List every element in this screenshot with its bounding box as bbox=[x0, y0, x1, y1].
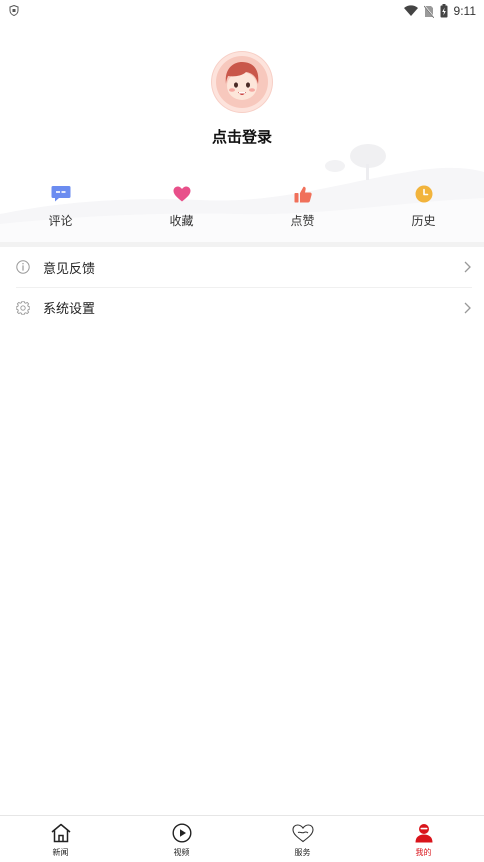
action-label: 收藏 bbox=[169, 214, 194, 228]
status-time: 9:11 bbox=[453, 4, 476, 18]
play-icon bbox=[171, 823, 192, 843]
quick-actions: 评论 收藏 点赞 历史 bbox=[0, 184, 484, 236]
tab-video[interactable]: 视频 bbox=[121, 816, 242, 862]
no-sim-icon bbox=[423, 4, 434, 18]
tab-mine[interactable]: 我的 bbox=[363, 816, 484, 862]
battery-charging-icon bbox=[440, 4, 448, 18]
tab-label: 我的 bbox=[415, 848, 432, 857]
action-label: 历史 bbox=[411, 214, 436, 228]
menu-item-label: 系统设置 bbox=[43, 302, 96, 317]
action-favorites[interactable]: 收藏 bbox=[121, 184, 242, 236]
gear-icon bbox=[16, 300, 30, 315]
clock-icon bbox=[415, 185, 432, 203]
menu-item-feedback[interactable]: 意见反馈 bbox=[16, 247, 472, 287]
chevron-right-icon bbox=[464, 261, 471, 273]
wifi-icon bbox=[403, 5, 418, 16]
tab-label: 服务 bbox=[294, 848, 311, 857]
tab-services[interactable]: 服务 bbox=[242, 816, 363, 862]
avatar[interactable] bbox=[212, 52, 272, 112]
shield-icon bbox=[9, 5, 19, 16]
menu-item-label: 意见反馈 bbox=[43, 261, 96, 277]
comment-icon bbox=[51, 186, 70, 202]
status-bar: 9:11 bbox=[0, 0, 484, 22]
profile-page: 9:11 点击登录 评论 收藏 点赞 历史 意见反馈 系统设置 新闻 视频 服务… bbox=[0, 0, 484, 862]
tab-label: 视频 bbox=[173, 848, 190, 857]
action-history[interactable]: 历史 bbox=[363, 184, 484, 236]
tab-label: 新闻 bbox=[52, 848, 69, 857]
bottom-tab-bar: 新闻 视频 服务 我的 bbox=[0, 815, 484, 862]
chevron-right-icon bbox=[464, 302, 471, 313]
menu-item-settings[interactable]: 系统设置 bbox=[16, 287, 472, 327]
action-label: 点赞 bbox=[290, 214, 315, 228]
tab-news[interactable]: 新闻 bbox=[0, 816, 121, 862]
avatar-icon bbox=[216, 56, 268, 108]
settings-menu: 意见反馈 系统设置 bbox=[0, 247, 484, 327]
action-likes[interactable]: 点赞 bbox=[242, 184, 363, 236]
info-icon bbox=[16, 260, 30, 274]
login-link[interactable]: 点击登录 bbox=[0, 126, 484, 147]
user-icon bbox=[415, 824, 432, 843]
heart-icon bbox=[173, 186, 190, 202]
home-icon bbox=[51, 823, 70, 843]
heart-outline-icon bbox=[291, 823, 314, 842]
action-comments[interactable]: 评论 bbox=[0, 184, 121, 236]
thumbs-up-icon bbox=[294, 186, 312, 202]
action-label: 评论 bbox=[48, 214, 73, 228]
